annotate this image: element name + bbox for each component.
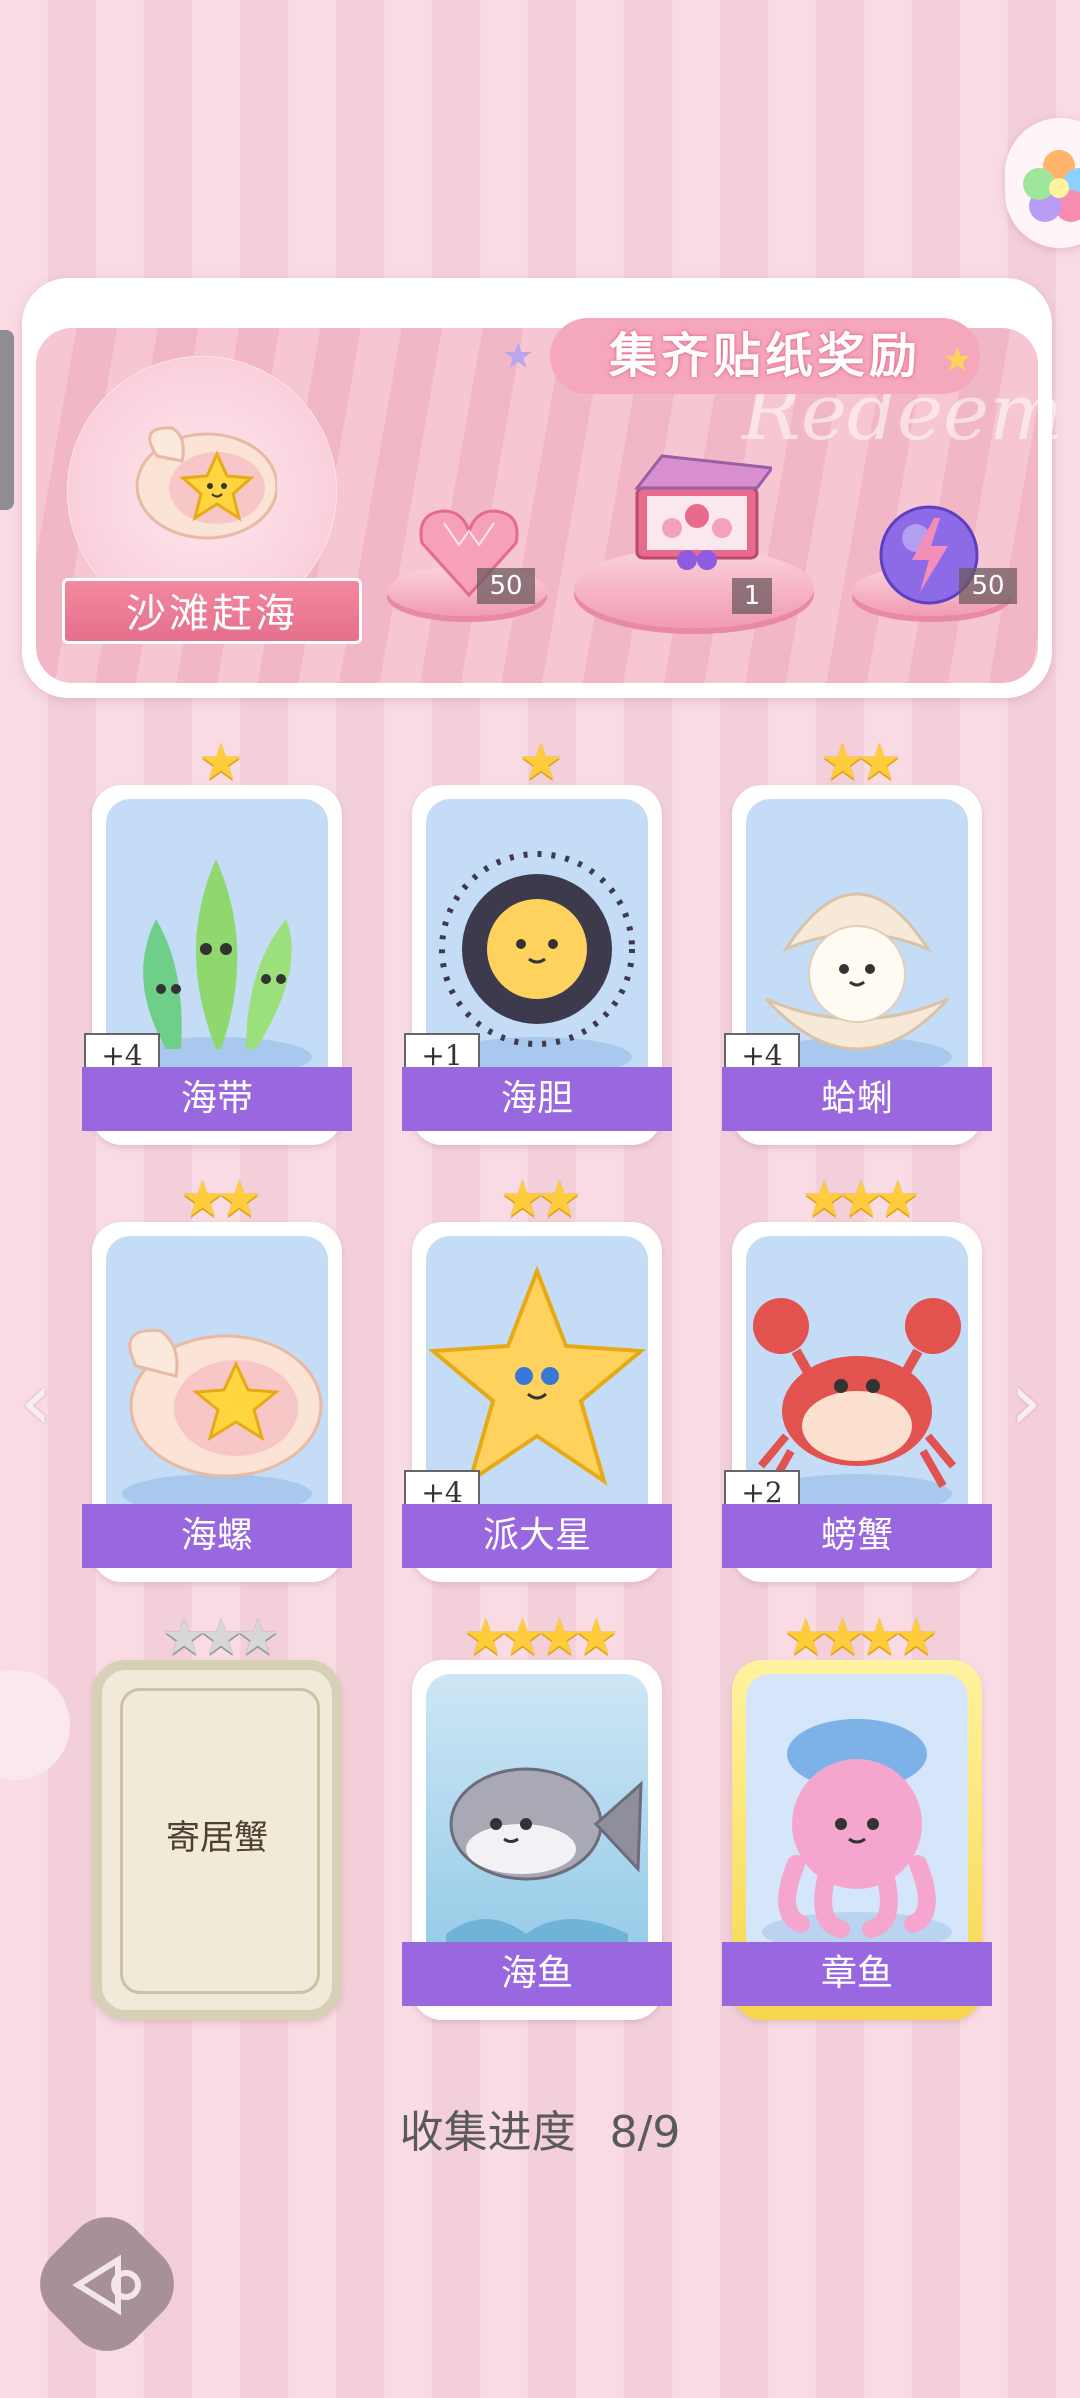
card-name: 蛤蜊	[722, 1067, 992, 1131]
gift-box-icon	[633, 454, 772, 570]
card-stars: ★★	[500, 1170, 582, 1228]
sticker-card-fish[interactable]: ★★★★ 海鱼	[402, 1612, 672, 2020]
card-stars: ★★	[820, 733, 902, 791]
sticker-card-hermit-crab-locked[interactable]: ★★★ 寄居蟹	[92, 1612, 342, 2020]
card-stars: ★★	[180, 1170, 262, 1228]
reward-banner: Redeem ★ 集齐贴纸奖励 ★ 沙滩赶海 50 1 50	[22, 278, 1063, 698]
sticker-card-crab[interactable]: ★★★ +2 螃蟹	[722, 1174, 992, 1582]
back-arrow-icon	[72, 2254, 141, 2316]
locked-card-frame: 寄居蟹	[92, 1660, 342, 2020]
title-star-left-icon: ★	[502, 336, 535, 377]
collection-progress: 收集进度 8/9	[0, 2096, 1080, 2160]
sticker-card-starfish[interactable]: ★★ +4 派大星	[402, 1174, 672, 1582]
card-stars: ★★★	[161, 1608, 280, 1666]
flower-icon	[1023, 150, 1080, 222]
card-stars: ★	[198, 733, 244, 791]
card-name: 派大星	[402, 1504, 672, 1568]
next-page-arrow[interactable]: ›	[1010, 1355, 1042, 1448]
card-name: 海带	[82, 1067, 352, 1131]
side-decoration	[0, 1670, 70, 1780]
previous-page-arrow[interactable]: ‹	[20, 1355, 52, 1448]
event-label: 沙滩赶海	[62, 578, 362, 644]
card-stars: ★★★★	[783, 1608, 938, 1666]
progress-value: 8/9	[609, 2107, 681, 2158]
flower-menu-button[interactable]	[1005, 118, 1080, 248]
conch-star-icon	[135, 426, 277, 540]
sticker-card-conch[interactable]: ★★ 海螺	[82, 1174, 352, 1582]
card-name: 海胆	[402, 1067, 672, 1131]
card-name: 寄居蟹	[166, 1818, 268, 1858]
card-stars: ★★★★	[463, 1608, 618, 1666]
title-star-right-icon: ★	[942, 340, 973, 380]
reward-count-badge: 50	[477, 568, 535, 604]
sticker-card-clam[interactable]: ★★ +4 蛤蜊	[722, 737, 992, 1145]
card-name: 章鱼	[722, 1942, 992, 2006]
progress-label: 收集进度	[399, 2107, 576, 2158]
reward-title: 集齐贴纸奖励	[550, 318, 980, 394]
card-name: 海鱼	[402, 1942, 672, 2006]
reward-count-badge: 1	[732, 578, 772, 614]
side-handle[interactable]	[0, 330, 14, 510]
sticker-card-seaweed[interactable]: ★ +4 海带	[82, 737, 352, 1145]
sticker-card-octopus[interactable]: ★★★★ 章鱼	[722, 1612, 992, 2020]
sticker-card-sea-urchin[interactable]: ★ +1 海胆	[402, 737, 672, 1145]
reward-count-badge: 50	[959, 568, 1017, 604]
card-stars: ★	[518, 733, 564, 791]
card-name: 海螺	[82, 1504, 352, 1568]
card-stars: ★★★	[801, 1170, 920, 1228]
card-name: 螃蟹	[722, 1504, 992, 1568]
